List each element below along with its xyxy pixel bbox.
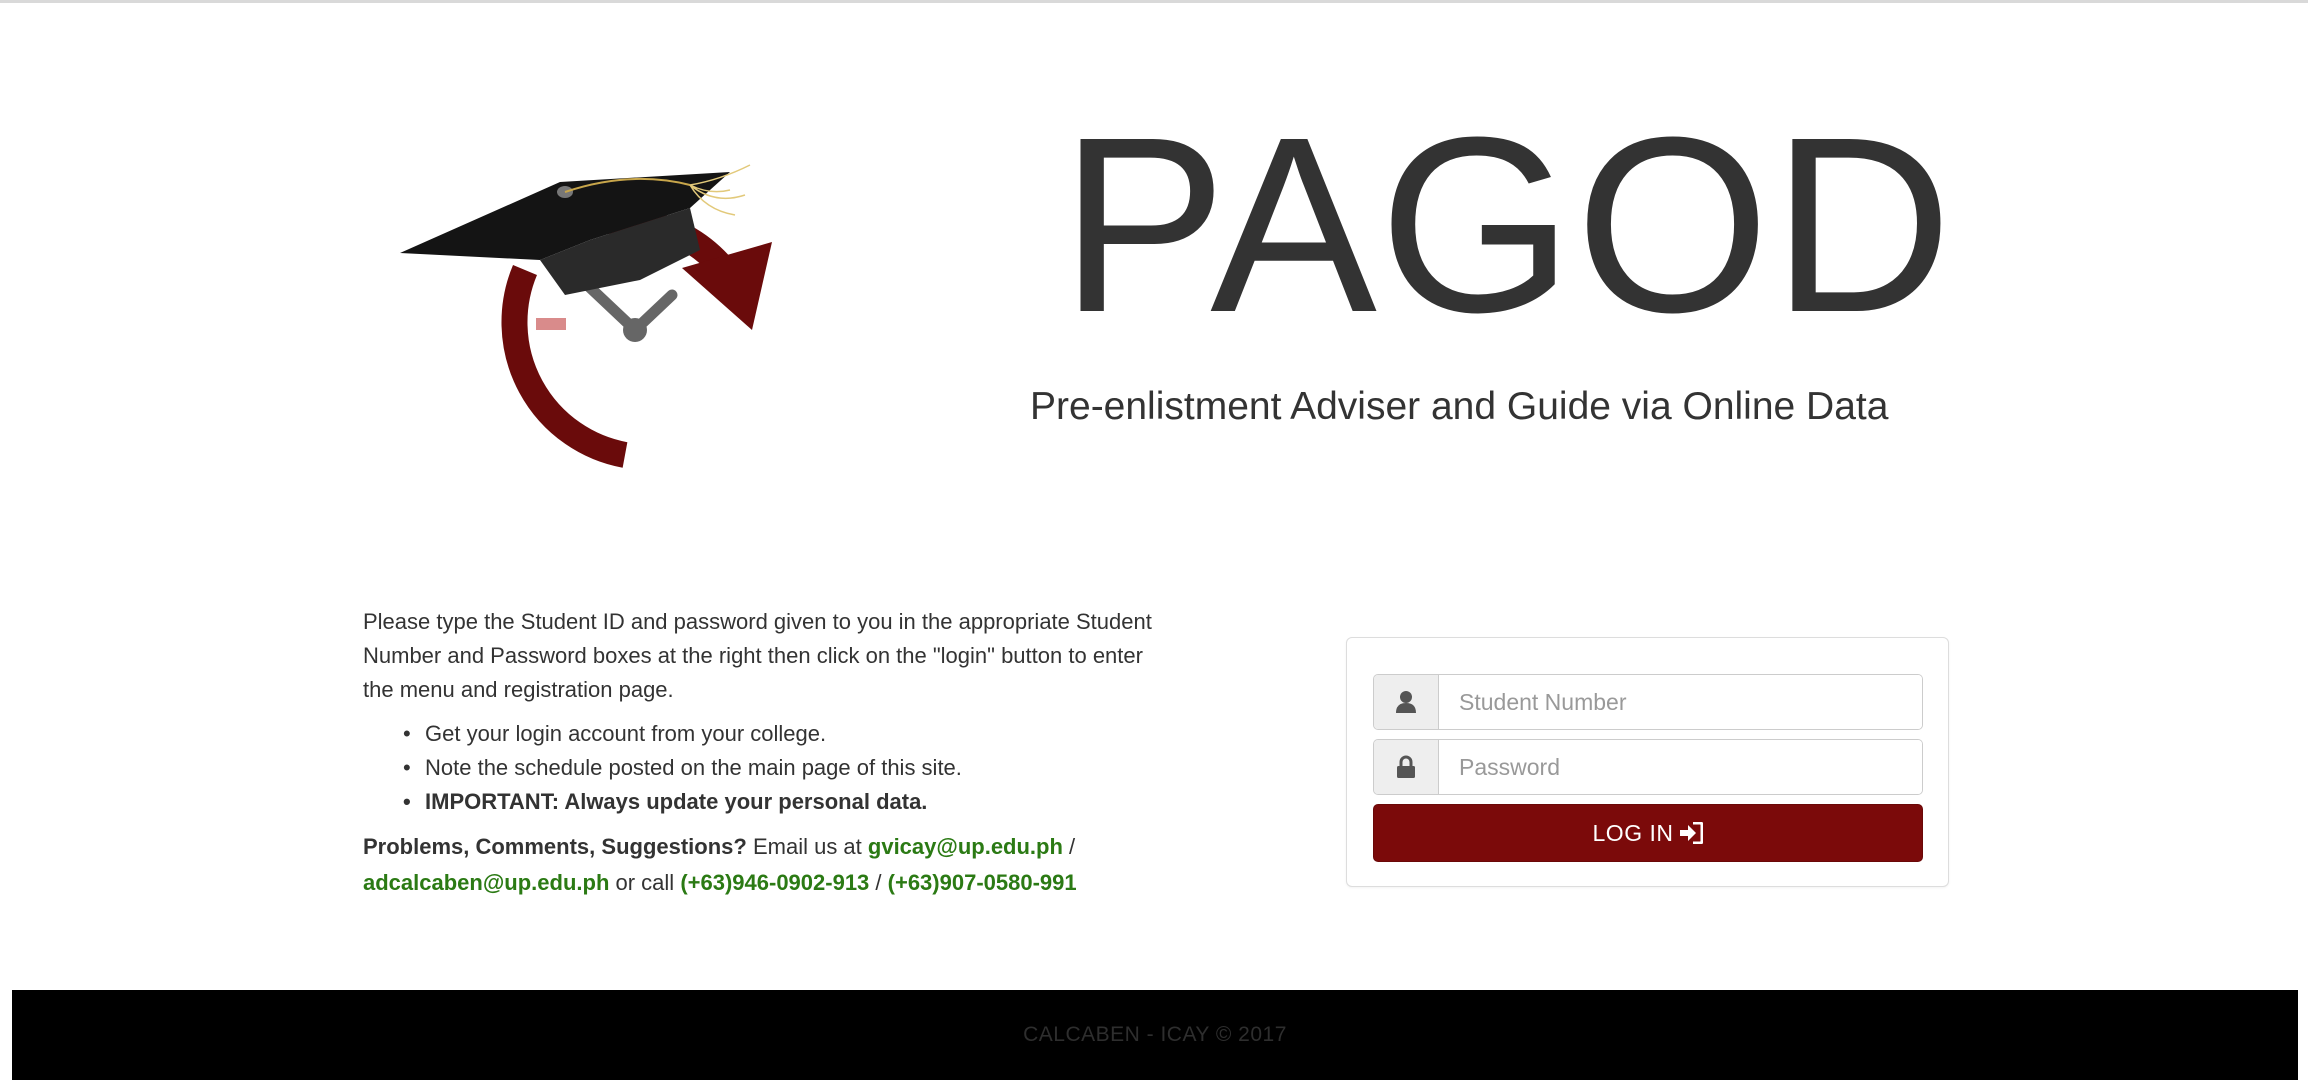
contact-info: Problems, Comments, Suggestions? Email u… (363, 829, 1163, 901)
footer: CALCABEN - ICAY © 2017 (12, 990, 2298, 1080)
login-page: PAGOD Pre-enlistment Adviser and Guide v… (0, 0, 2308, 1080)
login-instructions: Please type the Student ID and password … (363, 605, 1163, 901)
list-item: Get your login account from your college… (403, 717, 1163, 751)
email-link-adcalcaben[interactable]: adcalcaben@up.edu.ph (363, 870, 609, 895)
list-item: Note the schedule posted on the main pag… (403, 751, 1163, 785)
password-group (1373, 739, 1923, 795)
footer-copyright: CALCABEN - ICAY © 2017 (1023, 1023, 1287, 1046)
contact-label: Problems, Comments, Suggestions? (363, 834, 747, 859)
student-number-input[interactable] (1439, 675, 1922, 729)
login-form: LOG IN (1346, 637, 1949, 887)
instructions-intro: Please type the Student ID and password … (363, 609, 1152, 702)
login-button[interactable]: LOG IN (1373, 804, 1923, 862)
app-title: PAGOD (1060, 85, 1955, 364)
login-button-label: LOG IN (1592, 819, 1674, 846)
top-divider (0, 0, 2308, 3)
separator: / (869, 870, 888, 895)
sign-in-icon (1680, 822, 1704, 844)
password-input[interactable] (1439, 740, 1922, 794)
phone-link-2[interactable]: (+63)907-0580-991 (888, 870, 1077, 895)
phone-link-1[interactable]: (+63)946-0902-913 (680, 870, 869, 895)
instructions-list: Get your login account from your college… (363, 717, 1163, 819)
email-prefix: Email us at (746, 834, 868, 859)
app-subtitle: Pre-enlistment Adviser and Guide via Onl… (1030, 385, 1889, 428)
student-number-group (1373, 674, 1923, 730)
user-icon (1374, 675, 1439, 729)
list-item-important: IMPORTANT: Always update your personal d… (403, 785, 1163, 819)
lock-icon (1374, 740, 1439, 794)
email-link-gvicay[interactable]: gvicay@up.edu.ph (868, 834, 1063, 859)
call-prefix: or call (609, 870, 681, 895)
pagod-logo (400, 164, 772, 468)
separator: / (1062, 834, 1076, 859)
